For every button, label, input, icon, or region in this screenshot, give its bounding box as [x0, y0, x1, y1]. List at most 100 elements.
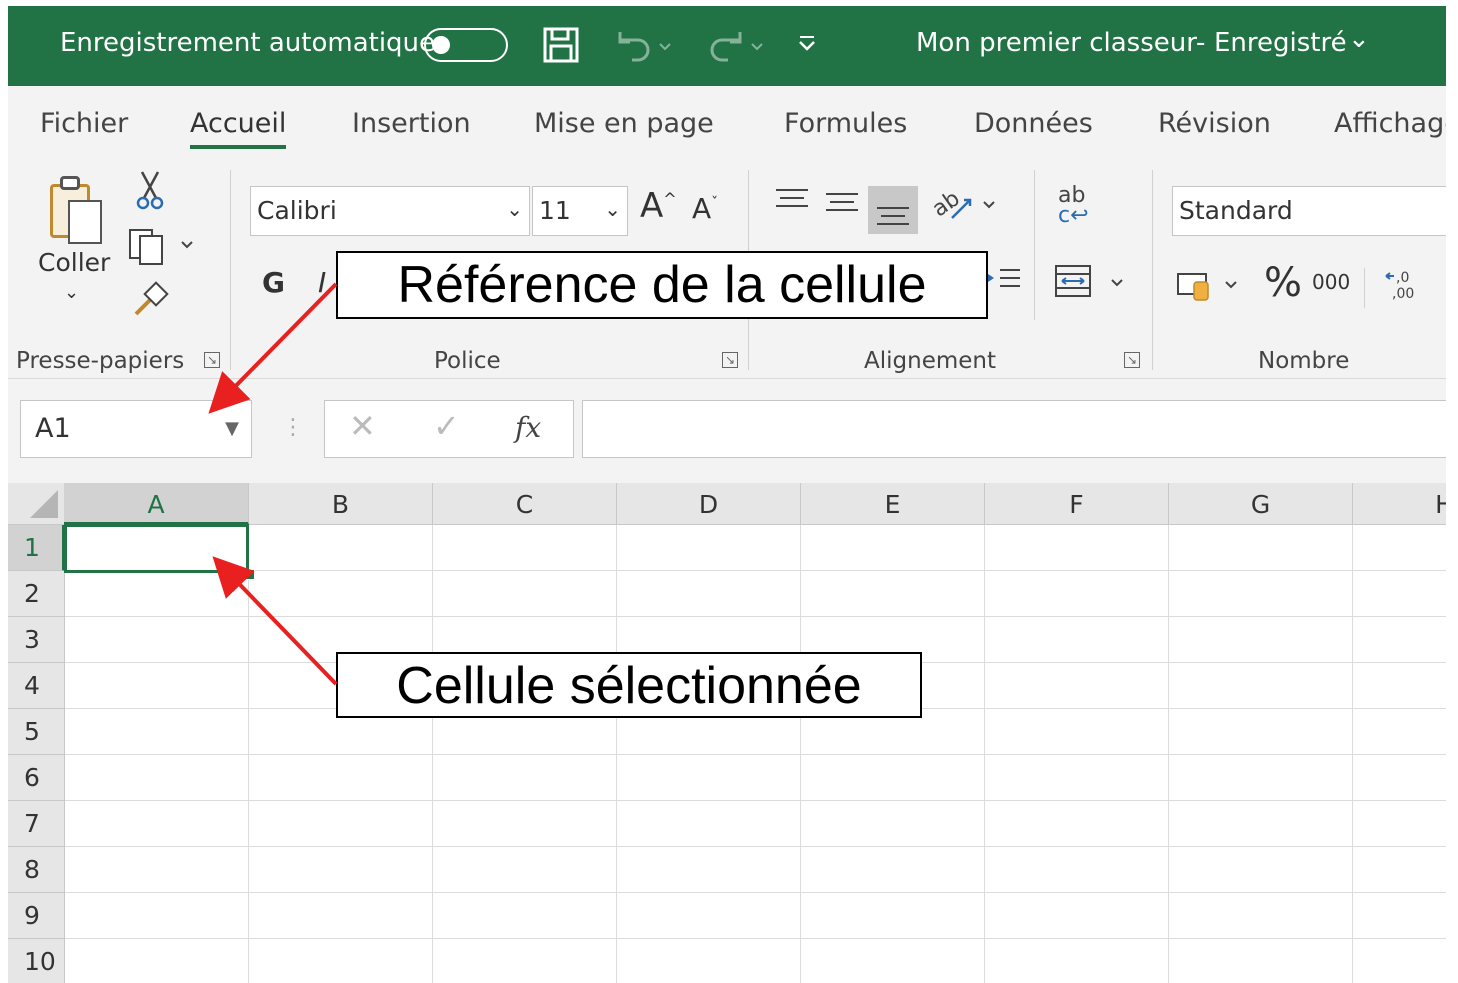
currency-format-icon[interactable]: [1176, 266, 1246, 314]
cell-a3[interactable]: [64, 617, 249, 663]
cell-f4[interactable]: [985, 663, 1169, 709]
cell-d1[interactable]: [617, 525, 801, 571]
cell-a8[interactable]: [64, 847, 249, 893]
cell-b7[interactable]: [249, 801, 433, 847]
align-middle-icon[interactable]: [824, 186, 860, 228]
cell-g9[interactable]: [1169, 893, 1353, 939]
row-header-8[interactable]: 8: [8, 847, 65, 893]
formula-input[interactable]: [582, 400, 1446, 458]
cell-d8[interactable]: [617, 847, 801, 893]
orientation-icon[interactable]: ab: [928, 184, 1000, 232]
row-header-10[interactable]: 10: [8, 939, 65, 983]
increase-decimal-icon[interactable]: ,0,00: [1382, 264, 1446, 312]
cell-h10[interactable]: [1353, 939, 1446, 983]
cell-b8[interactable]: [249, 847, 433, 893]
cell-f2[interactable]: [985, 571, 1169, 617]
tab-formules[interactable]: Formules: [784, 108, 907, 139]
more-options-icon[interactable]: ⋮: [282, 415, 304, 440]
format-painter-icon[interactable]: [130, 280, 170, 328]
cell-c10[interactable]: [433, 939, 617, 983]
cell-a5[interactable]: [64, 709, 249, 755]
align-top-icon[interactable]: [774, 186, 810, 224]
cell-a6[interactable]: [64, 755, 249, 801]
paste-chevron-icon[interactable]: ⌄: [64, 282, 79, 303]
cell-f8[interactable]: [985, 847, 1169, 893]
cell-e8[interactable]: [801, 847, 985, 893]
cell-b9[interactable]: [249, 893, 433, 939]
cell-c7[interactable]: [433, 801, 617, 847]
cell-h7[interactable]: [1353, 801, 1446, 847]
font-name-select[interactable]: Calibri ⌄: [250, 186, 530, 236]
column-header-f[interactable]: F: [985, 483, 1169, 525]
alignment-launcher-icon[interactable]: ↘: [1124, 352, 1140, 368]
cell-b1[interactable]: [249, 525, 433, 571]
cell-d6[interactable]: [617, 755, 801, 801]
cell-b10[interactable]: [249, 939, 433, 983]
cell-g10[interactable]: [1169, 939, 1353, 983]
cell-d7[interactable]: [617, 801, 801, 847]
cell-h6[interactable]: [1353, 755, 1446, 801]
indent-icon[interactable]: [986, 264, 1022, 306]
cell-a9[interactable]: [64, 893, 249, 939]
column-header-c[interactable]: C: [433, 483, 617, 525]
cell-h5[interactable]: [1353, 709, 1446, 755]
copy-icon[interactable]: [128, 226, 198, 274]
cell-g8[interactable]: [1169, 847, 1353, 893]
cell-d9[interactable]: [617, 893, 801, 939]
cell-g7[interactable]: [1169, 801, 1353, 847]
cell-f3[interactable]: [985, 617, 1169, 663]
row-header-1[interactable]: 1: [8, 525, 65, 571]
tab-accueil[interactable]: Accueil: [190, 108, 287, 149]
row-header-7[interactable]: 7: [8, 801, 65, 847]
cell-e2[interactable]: [801, 571, 985, 617]
row-header-2[interactable]: 2: [8, 571, 65, 617]
percent-button[interactable]: %: [1264, 260, 1302, 306]
cell-g3[interactable]: [1169, 617, 1353, 663]
thousands-separator-button[interactable]: 000: [1312, 270, 1350, 294]
column-header-e[interactable]: E: [801, 483, 985, 525]
cell-a2[interactable]: [64, 571, 249, 617]
cell-h1[interactable]: [1353, 525, 1446, 571]
cell-c1[interactable]: [433, 525, 617, 571]
wrap-text-icon[interactable]: ab c↩: [1058, 185, 1089, 227]
cell-f9[interactable]: [985, 893, 1169, 939]
save-icon[interactable]: [542, 26, 580, 72]
row-header-9[interactable]: 9: [8, 893, 65, 939]
cell-h3[interactable]: [1353, 617, 1446, 663]
save-status[interactable]: Enregistré: [1214, 28, 1347, 58]
cell-f10[interactable]: [985, 939, 1169, 983]
font-launcher-icon[interactable]: ↘: [722, 352, 738, 368]
chevron-down-icon[interactable]: ▼: [225, 401, 239, 457]
row-header-5[interactable]: 5: [8, 709, 65, 755]
enter-icon[interactable]: ✓: [433, 407, 460, 445]
cell-e1[interactable]: [801, 525, 985, 571]
chevron-down-icon[interactable]: ⌄: [1348, 24, 1370, 54]
tab-mise-en-page[interactable]: Mise en page: [534, 108, 714, 139]
undo-icon[interactable]: [612, 26, 676, 74]
cell-d10[interactable]: [617, 939, 801, 983]
cancel-icon[interactable]: ✕: [349, 407, 376, 445]
column-header-b[interactable]: B: [249, 483, 433, 525]
cell-f6[interactable]: [985, 755, 1169, 801]
autosave-toggle[interactable]: [424, 28, 508, 62]
shrink-font-icon[interactable]: Aˇ: [692, 192, 718, 225]
row-header-3[interactable]: 3: [8, 617, 65, 663]
cell-a10[interactable]: [64, 939, 249, 983]
cell-h4[interactable]: [1353, 663, 1446, 709]
merge-center-icon[interactable]: [1052, 262, 1132, 310]
bold-button[interactable]: G: [262, 266, 285, 299]
cell-a7[interactable]: [64, 801, 249, 847]
insert-function-icon[interactable]: fx: [515, 411, 541, 444]
align-bottom-icon[interactable]: [868, 186, 918, 234]
cell-d2[interactable]: [617, 571, 801, 617]
grow-font-icon[interactable]: A^: [640, 186, 677, 226]
cell-g6[interactable]: [1169, 755, 1353, 801]
clipboard-launcher-icon[interactable]: ↘: [204, 352, 220, 368]
italic-button[interactable]: I: [318, 266, 326, 299]
cell-f5[interactable]: [985, 709, 1169, 755]
column-header-a[interactable]: A: [64, 483, 249, 525]
cell-e10[interactable]: [801, 939, 985, 983]
cell-h9[interactable]: [1353, 893, 1446, 939]
customize-quick-access-icon[interactable]: [796, 32, 818, 60]
column-header-d[interactable]: D: [617, 483, 801, 525]
